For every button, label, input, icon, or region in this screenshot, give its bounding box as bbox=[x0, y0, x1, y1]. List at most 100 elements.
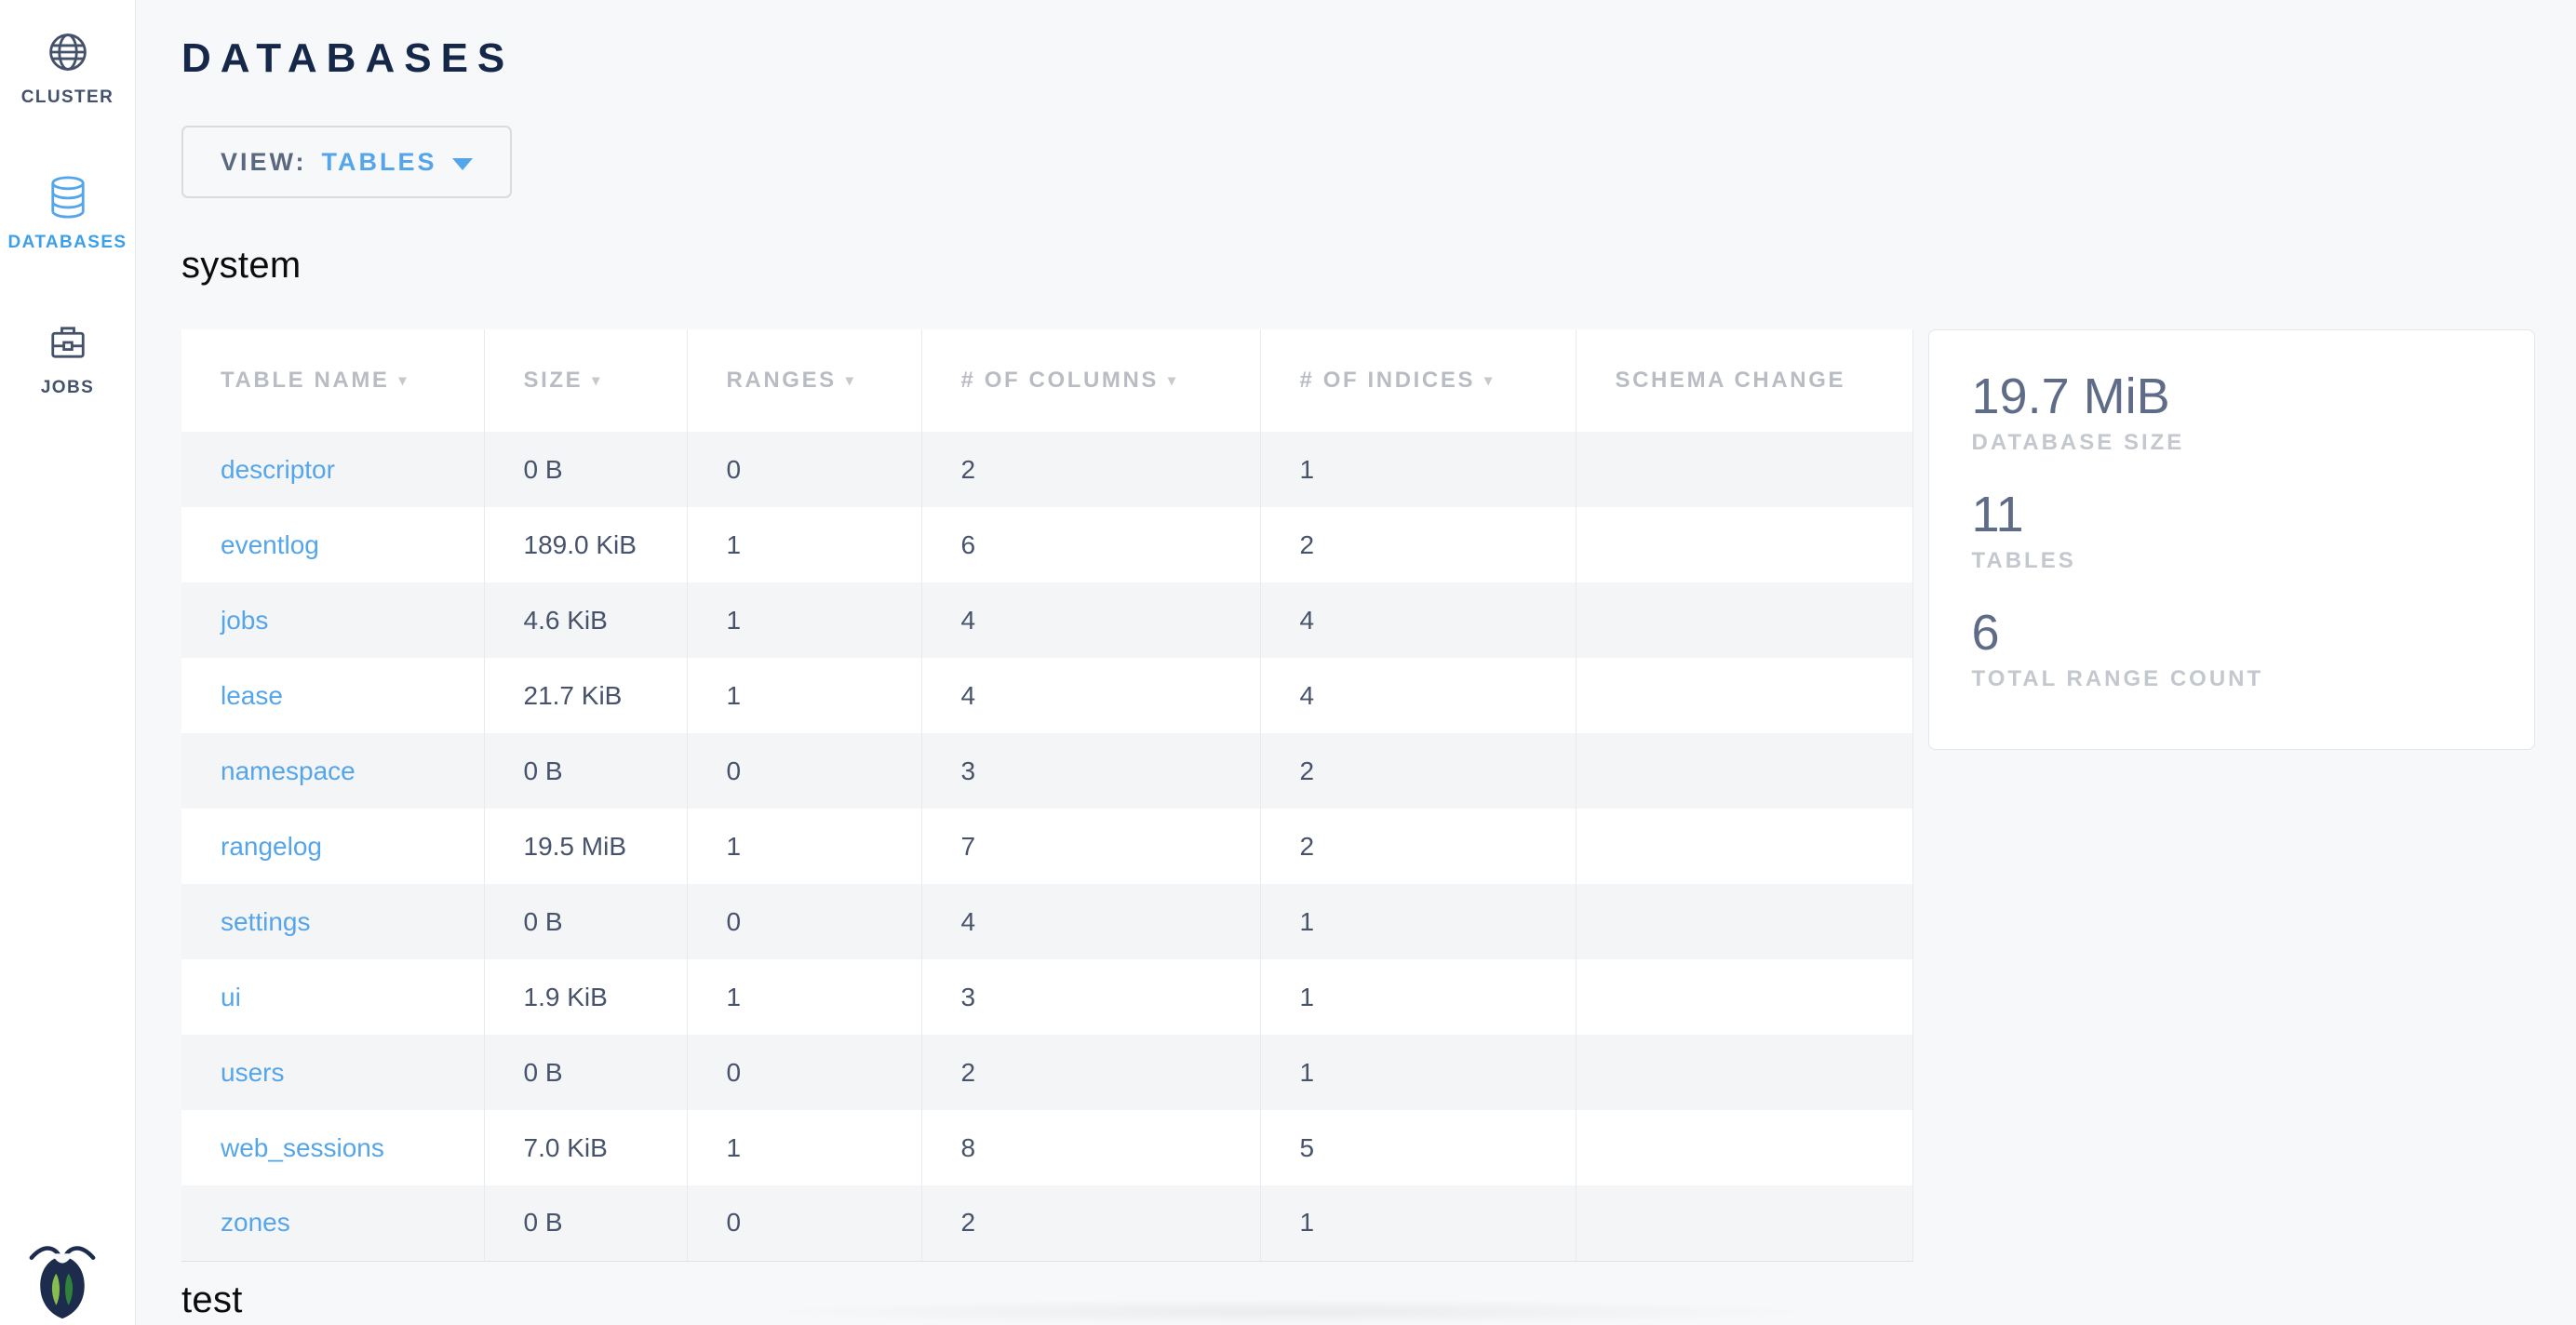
column-header-label: SCHEMA CHANGE bbox=[1616, 368, 1846, 393]
cell-value: 1 bbox=[1300, 983, 1315, 1011]
column-header-schema-change: SCHEMA CHANGE bbox=[1576, 329, 1912, 432]
cell-value: 0 B bbox=[524, 1058, 563, 1087]
column-header-of-columns[interactable]: # OF COLUMNS▾ bbox=[921, 329, 1260, 432]
cell-size: 0 B bbox=[484, 1185, 687, 1261]
cell-value: 1 bbox=[727, 681, 742, 710]
cell-ranges: 1 bbox=[687, 507, 921, 582]
cell-value: 4 bbox=[1300, 606, 1315, 635]
cell-value: 4 bbox=[961, 907, 976, 936]
table-name-link[interactable]: jobs bbox=[221, 606, 268, 635]
cell-size: 7.0 KiB bbox=[484, 1110, 687, 1185]
cell-value: 7.0 KiB bbox=[524, 1133, 608, 1162]
cell-columns: 2 bbox=[921, 1035, 1260, 1110]
databases-page: CLUSTER DATABASES JOBS DATABASES VIEW: TAB… bbox=[0, 0, 2576, 1325]
table-name-link[interactable]: eventlog bbox=[221, 530, 319, 559]
table-header-row: TABLE NAME▾SIZE▾RANGES▾# OF COLUMNS▾# OF… bbox=[181, 329, 1912, 432]
cell-schema-change bbox=[1576, 733, 1912, 809]
cell-value: 1 bbox=[1300, 455, 1315, 484]
cell-schema-change bbox=[1576, 809, 1912, 884]
cell-size: 0 B bbox=[484, 1035, 687, 1110]
main-content: DATABASES VIEW: TABLES system TABLE NAME… bbox=[136, 0, 2576, 1325]
cell-value: 2 bbox=[961, 455, 976, 484]
cell-size: 21.7 KiB bbox=[484, 658, 687, 733]
cell-table-name: users bbox=[181, 1035, 484, 1110]
cell-columns: 3 bbox=[921, 733, 1260, 809]
cell-value: 4 bbox=[1300, 681, 1315, 710]
column-header-of-indices[interactable]: # OF INDICES▾ bbox=[1260, 329, 1576, 432]
cell-value: 0 B bbox=[524, 455, 563, 484]
cell-value: 0 B bbox=[524, 1208, 563, 1237]
cell-indices: 1 bbox=[1260, 432, 1576, 507]
view-selector-dropdown[interactable]: VIEW: TABLES bbox=[181, 126, 512, 198]
sort-caret-icon: ▾ bbox=[592, 373, 602, 389]
cell-schema-change bbox=[1576, 959, 1912, 1035]
cockroachdb-logo bbox=[24, 1239, 101, 1319]
cell-table-name: zones bbox=[181, 1185, 484, 1261]
column-header-size[interactable]: SIZE▾ bbox=[484, 329, 687, 432]
sidebar-item-databases[interactable]: DATABASES bbox=[0, 173, 135, 253]
tables-table: TABLE NAME▾SIZE▾RANGES▾# OF COLUMNS▾# OF… bbox=[181, 329, 1913, 1262]
column-header-label: TABLE NAME bbox=[221, 368, 390, 393]
cell-ranges: 0 bbox=[687, 733, 921, 809]
cell-value: 4.6 KiB bbox=[524, 606, 608, 635]
table-row: ui1.9 KiB131 bbox=[181, 959, 1912, 1035]
cell-table-name: ui bbox=[181, 959, 484, 1035]
cell-value: 1.9 KiB bbox=[524, 983, 608, 1011]
cell-ranges: 0 bbox=[687, 432, 921, 507]
stat-value: 11 bbox=[1972, 486, 2497, 543]
column-header-ranges[interactable]: RANGES▾ bbox=[687, 329, 921, 432]
sidebar-item-jobs[interactable]: JOBS bbox=[0, 318, 135, 398]
table-name-link[interactable]: users bbox=[221, 1058, 284, 1087]
cell-table-name: rangelog bbox=[181, 809, 484, 884]
table-name-link[interactable]: namespace bbox=[221, 756, 356, 785]
cell-value: 1 bbox=[727, 1133, 742, 1162]
table-name-link[interactable]: descriptor bbox=[221, 455, 335, 484]
cell-ranges: 0 bbox=[687, 1185, 921, 1261]
cell-table-name: namespace bbox=[181, 733, 484, 809]
cell-table-name: settings bbox=[181, 884, 484, 959]
sidebar-item-label: DATABASES bbox=[7, 233, 127, 253]
cell-indices: 5 bbox=[1260, 1110, 1576, 1185]
cell-schema-change bbox=[1576, 507, 1912, 582]
stat-value: 19.7 MiB bbox=[1972, 368, 2497, 425]
cell-ranges: 0 bbox=[687, 1035, 921, 1110]
cell-size: 4.6 KiB bbox=[484, 582, 687, 658]
sort-caret-icon: ▾ bbox=[399, 373, 409, 389]
cell-value: 4 bbox=[961, 681, 976, 710]
cell-value: 0 bbox=[727, 756, 742, 785]
cell-value: 0 bbox=[727, 1058, 742, 1087]
table-row: jobs 4.6 KiB 1 4 4 bbox=[181, 582, 1912, 658]
cell-columns: 6 bbox=[921, 507, 1260, 582]
cell-value: 21.7 KiB bbox=[524, 681, 623, 710]
sort-caret-icon: ▾ bbox=[1168, 373, 1178, 389]
cell-value: 1 bbox=[727, 983, 742, 1011]
column-header-table-name[interactable]: TABLE NAME ▾ bbox=[181, 329, 484, 432]
cell-value: 2 bbox=[1300, 756, 1315, 785]
cell-size: 189.0 KiB bbox=[484, 507, 687, 582]
cell-value: 4 bbox=[961, 606, 976, 635]
cell-indices: 2 bbox=[1260, 809, 1576, 884]
cell-indices: 1 bbox=[1260, 1185, 1576, 1261]
table-name-link[interactable]: settings bbox=[221, 907, 311, 936]
cell-columns: 4 bbox=[921, 658, 1260, 733]
cell-indices: 1 bbox=[1260, 884, 1576, 959]
cell-columns: 4 bbox=[921, 582, 1260, 658]
cell-value: 0 bbox=[727, 1208, 742, 1237]
cell-schema-change bbox=[1576, 884, 1912, 959]
sidebar-item-cluster[interactable]: CLUSTER bbox=[0, 28, 135, 108]
cell-value: 2 bbox=[1300, 832, 1315, 861]
cell-size: 19.5 MiB bbox=[484, 809, 687, 884]
cell-value: 1 bbox=[1300, 1208, 1315, 1237]
table-name-link[interactable]: ui bbox=[221, 983, 241, 1011]
table-name-link[interactable]: lease bbox=[221, 681, 283, 710]
table-name-link[interactable]: zones bbox=[221, 1208, 290, 1237]
database-heading-system: system bbox=[181, 241, 2535, 289]
cell-table-name: eventlog bbox=[181, 507, 484, 582]
cell-value: 1 bbox=[727, 606, 742, 635]
cell-indices: 4 bbox=[1260, 658, 1576, 733]
table-row: users0 B021 bbox=[181, 1035, 1912, 1110]
cell-value: 7 bbox=[961, 832, 976, 861]
table-name-link[interactable]: rangelog bbox=[221, 832, 322, 861]
table-name-link[interactable]: web_sessions bbox=[221, 1133, 384, 1162]
globe-icon bbox=[44, 28, 92, 76]
